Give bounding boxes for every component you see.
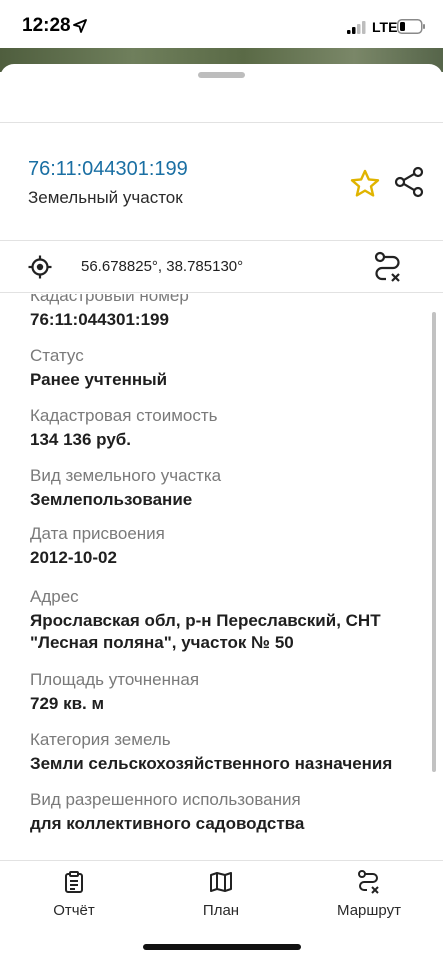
field-value: 134 136 руб. (30, 430, 132, 449)
field-address: Адрес Ярославская обл, р-н Переславский,… (30, 587, 381, 654)
network-type: LTE (372, 19, 398, 35)
route-icon[interactable] (373, 251, 403, 283)
field-value: 2012-10-02 (30, 548, 117, 567)
field-assignment-date: Дата присвоения 2012-10-02 (30, 524, 165, 569)
field-label: Кадастровая стоимость (30, 406, 218, 425)
field-land-category: Категория земель Земли сельскохозяйствен… (30, 730, 392, 775)
field-land-kind: Вид земельного участка Землепользование (30, 466, 221, 511)
divider (0, 122, 443, 123)
field-cadastral-number: Кадастровый номер 76:11:044301:199 (30, 294, 189, 331)
clipboard-report-icon (65, 871, 83, 893)
nav-report-label: Отчёт (53, 902, 95, 919)
field-label: Вид разрешенного использования (30, 790, 301, 809)
field-value: Ранее учтенный (30, 370, 168, 389)
field-value: Землепользование (30, 490, 193, 509)
field-label: Категория земель (30, 730, 171, 749)
share-icon[interactable] (394, 166, 424, 198)
field-label: Площадь уточненная (30, 670, 200, 689)
sheet-grabber[interactable] (198, 72, 245, 78)
battery-icon (397, 19, 425, 34)
object-info-sheet: 76:11:044301:199 Земельный участок 56.67… (0, 64, 443, 960)
coordinates-text[interactable]: 56.678825°, 38.785130° (81, 258, 243, 275)
bottom-nav: Отчёт План Маршрут (0, 862, 443, 960)
nav-report[interactable]: Отчёт (19, 870, 129, 919)
locate-target-icon[interactable] (28, 255, 52, 279)
nav-route[interactable]: Маршрут (314, 870, 424, 919)
field-label: Дата присвоения (30, 524, 165, 543)
divider (0, 292, 443, 293)
field-permitted-use: Вид разрешенного использования для колле… (30, 790, 304, 835)
field-status: Статус Ранее учтенный (30, 346, 167, 391)
divider (0, 240, 443, 241)
location-arrow-icon (73, 19, 87, 33)
field-label: Вид земельного участка (30, 466, 222, 485)
field-label: Кадастровый номер (30, 294, 189, 305)
map-icon (210, 872, 232, 892)
field-label: Статус (30, 346, 84, 365)
details-list[interactable]: Кадастровый номер 76:11:044301:199 Стату… (0, 294, 443, 860)
field-cadastral-value: Кадастровая стоимость 134 136 руб. (30, 406, 217, 451)
divider (0, 860, 443, 861)
cadastral-number-link[interactable]: 76:11:044301:199 (28, 158, 188, 181)
field-value: 76:11:044301:199 (30, 310, 169, 329)
details-scrollbar[interactable] (432, 312, 436, 772)
field-value-line: Ярославская обл, р-н Переславский, СНТ (30, 611, 381, 630)
cellular-signal-icon (347, 21, 366, 34)
home-indicator[interactable] (143, 944, 301, 950)
field-area: Площадь уточненная 729 кв. м (30, 670, 199, 715)
favorite-star-icon[interactable] (349, 168, 381, 200)
field-label: Адрес (30, 587, 79, 606)
status-time: 12:28 (22, 15, 71, 36)
field-value: Земли сельскохозяйственного назначения (30, 754, 393, 773)
route-icon (358, 870, 379, 894)
coordinates-row: 56.678825°, 38.785130° (0, 242, 443, 292)
object-type: Земельный участок (28, 188, 183, 207)
nav-plan[interactable]: План (166, 870, 276, 919)
field-value-line: "Лесная поляна", участок № 50 (30, 633, 294, 652)
field-value: 729 кв. м (30, 694, 105, 713)
nav-plan-label: План (202, 902, 240, 919)
nav-route-label: Маршрут (337, 902, 401, 919)
field-value: для коллективного садоводства (30, 814, 305, 833)
